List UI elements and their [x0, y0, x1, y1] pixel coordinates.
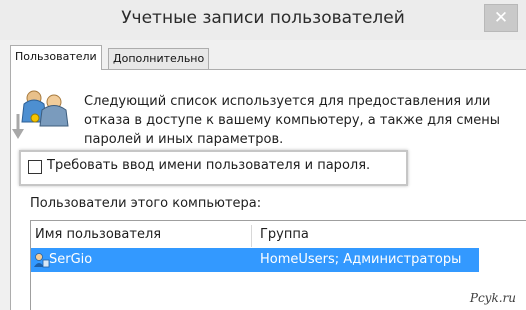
list-header: Имя пользователя Группа [31, 221, 526, 249]
users-icon [21, 90, 69, 127]
title-bar: Учетные записи пользователей ✕ [0, 0, 526, 40]
arrow-down-icon [12, 114, 24, 139]
user-icon [34, 253, 50, 268]
column-header-username[interactable]: Имя пользователя [35, 227, 161, 242]
window-title: Учетные записи пользователей [121, 8, 405, 28]
tab-users[interactable]: Пользователи [10, 45, 102, 70]
require-login-option[interactable]: Требовать ввод имени пользователя и паро… [19, 150, 408, 186]
close-button[interactable]: ✕ [484, 4, 518, 32]
description-text: Следующий список используется для предос… [84, 94, 501, 147]
users-section-label: Пользователи этого компьютера: [30, 196, 262, 211]
column-divider[interactable] [251, 225, 252, 247]
user-name-cell[interactable]: SerGio [49, 252, 92, 267]
require-login-label[interactable]: Требовать ввод имени пользователя и паро… [47, 158, 370, 173]
user-group-cell[interactable]: HomeUsers; Администраторы [260, 252, 461, 267]
table-row[interactable]: SerGio HomeUsers; Администраторы [31, 248, 479, 272]
tab-advanced[interactable]: Дополнительно [108, 48, 210, 69]
watermark-text: Pcyk.ru [469, 291, 516, 305]
users-list[interactable]: Имя пользователя Группа SerGio HomeUsers… [30, 220, 526, 310]
column-header-group[interactable]: Группа [260, 227, 309, 242]
require-login-checkbox[interactable] [28, 160, 42, 174]
